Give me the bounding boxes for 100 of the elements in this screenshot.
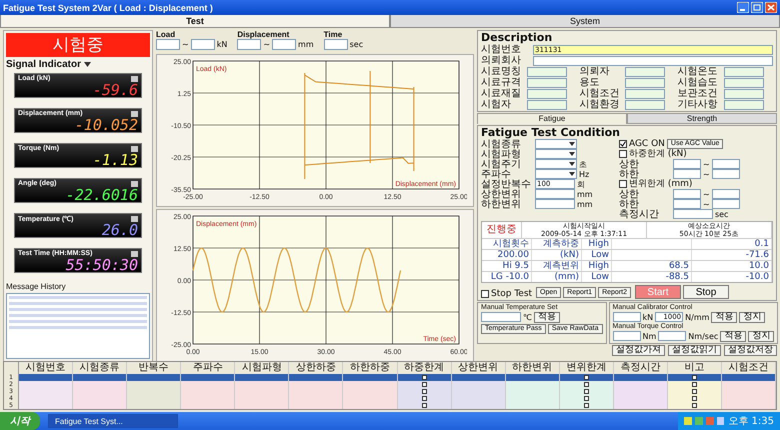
status-banner: 시험중 — [6, 33, 150, 57]
text-field[interactable] — [625, 88, 666, 98]
window-title: Fatigue Test System 2Var ( Load : Displacement ) — [3, 2, 213, 12]
checkbox[interactable] — [618, 180, 627, 188]
stop-button[interactable]: 정지 — [748, 330, 774, 342]
signal-value: -59.6 — [92, 83, 138, 97]
checkbox[interactable] — [584, 375, 589, 380]
checkbox[interactable] — [692, 382, 697, 387]
panel-title: Fatigue Test Condition — [481, 127, 621, 139]
checkbox[interactable] — [692, 389, 697, 394]
checkbox[interactable] — [481, 290, 489, 298]
rate-field[interactable] — [658, 331, 686, 341]
max-field[interactable] — [272, 39, 296, 50]
field-label: 설정반복수 — [481, 178, 532, 190]
checkbox[interactable] — [584, 382, 589, 387]
torque-field[interactable] — [612, 331, 641, 341]
min-field[interactable] — [156, 39, 180, 50]
table-cell: Low — [582, 272, 612, 282]
apply-button[interactable]: 적용 — [534, 312, 560, 322]
message-history-list[interactable] — [6, 293, 150, 359]
min-field[interactable] — [672, 189, 701, 199]
tab[interactable]: Test — [0, 15, 390, 28]
table-cell: 0.1 — [692, 239, 772, 249]
text-field[interactable] — [724, 66, 764, 76]
tab[interactable]: Strength — [627, 113, 777, 124]
max-field[interactable] — [190, 39, 215, 50]
text-field[interactable] — [724, 78, 764, 88]
taskbar-item[interactable]: Fatigue Test Syst... — [48, 414, 178, 428]
signal-value: -1.13 — [92, 153, 138, 167]
min-field[interactable] — [672, 199, 701, 209]
text-field[interactable] — [527, 88, 567, 98]
apply-button[interactable]: 적용 — [720, 330, 746, 342]
temperature-field[interactable] — [481, 312, 521, 322]
text-field[interactable] — [625, 66, 666, 76]
settings-button[interactable]: 설정값저장 — [724, 345, 777, 356]
text-field[interactable] — [527, 66, 567, 76]
table-cell: 계측변위 — [532, 261, 582, 271]
dropdown[interactable] — [535, 159, 577, 169]
field-label: 시험온도 — [678, 66, 719, 77]
tilde-separator: ~ — [702, 160, 710, 168]
text-field[interactable] — [535, 199, 575, 209]
unit-label: Hz — [579, 170, 590, 178]
tab[interactable]: Fatigue — [477, 113, 627, 124]
checkbox[interactable] — [618, 140, 627, 148]
checkbox[interactable] — [584, 396, 589, 401]
settings-button[interactable]: 설정값읽기 — [668, 345, 721, 356]
checkbox[interactable] — [692, 375, 697, 380]
maximize-icon[interactable] — [751, 2, 763, 13]
apply-button[interactable]: 적용 — [711, 312, 738, 322]
field-label: 시험파형 — [481, 148, 522, 160]
text-field[interactable] — [527, 100, 567, 110]
min-field[interactable] — [672, 169, 701, 179]
checkbox[interactable] — [422, 375, 427, 380]
checkbox[interactable] — [422, 396, 427, 401]
text-field[interactable] — [724, 88, 764, 98]
checkbox[interactable] — [618, 150, 627, 158]
max-field[interactable] — [712, 169, 740, 179]
dropdown[interactable] — [535, 169, 577, 179]
field-label: 하한 — [618, 198, 640, 210]
field-label: 시료규격 — [481, 77, 522, 88]
text-field[interactable] — [535, 189, 575, 199]
checkbox[interactable] — [692, 396, 697, 401]
field-label: 상한 — [618, 188, 640, 200]
checkbox[interactable] — [692, 403, 697, 408]
load-field[interactable] — [612, 312, 641, 322]
text-field[interactable] — [533, 56, 773, 66]
close-icon[interactable] — [765, 2, 777, 13]
tray-icons-drawing[interactable] — [684, 416, 724, 426]
stop-button[interactable]: 정지 — [739, 312, 766, 322]
min-field[interactable] — [672, 159, 701, 169]
min-field[interactable] — [237, 39, 262, 50]
text-field[interactable] — [625, 100, 666, 110]
tilde-separator: ~ — [702, 170, 710, 178]
checkbox[interactable] — [422, 403, 427, 408]
dropdown[interactable] — [535, 149, 577, 159]
value-field[interactable] — [324, 39, 348, 50]
unit-label: sec — [350, 40, 364, 49]
text-field[interactable] — [724, 100, 764, 110]
dropdown[interactable] — [535, 139, 577, 149]
max-field[interactable] — [712, 189, 740, 199]
field-label: 주파수 — [481, 168, 512, 180]
checkbox[interactable] — [422, 382, 427, 387]
checkbox[interactable] — [584, 389, 589, 394]
unit-label: N/mm — [685, 312, 710, 322]
table-cell: -10.0 — [692, 272, 772, 282]
text-field[interactable] — [527, 78, 567, 88]
checkbox[interactable] — [584, 403, 589, 408]
caret-icon[interactable] — [84, 62, 92, 67]
settings-button[interactable]: 설정값가져 — [612, 345, 665, 356]
tab[interactable]: System — [390, 15, 780, 28]
checkbox-label: AGC ON — [628, 138, 665, 149]
max-field[interactable] — [712, 159, 740, 169]
minimize-icon[interactable] — [737, 2, 749, 13]
unit-label: Nm — [642, 332, 656, 340]
max-field[interactable] — [712, 199, 740, 209]
text-field[interactable] — [672, 209, 713, 219]
action-button[interactable]: Stop — [682, 285, 729, 299]
field-label: 보관조건 — [678, 88, 719, 99]
checkbox[interactable] — [422, 389, 427, 394]
text-field[interactable] — [625, 78, 666, 88]
